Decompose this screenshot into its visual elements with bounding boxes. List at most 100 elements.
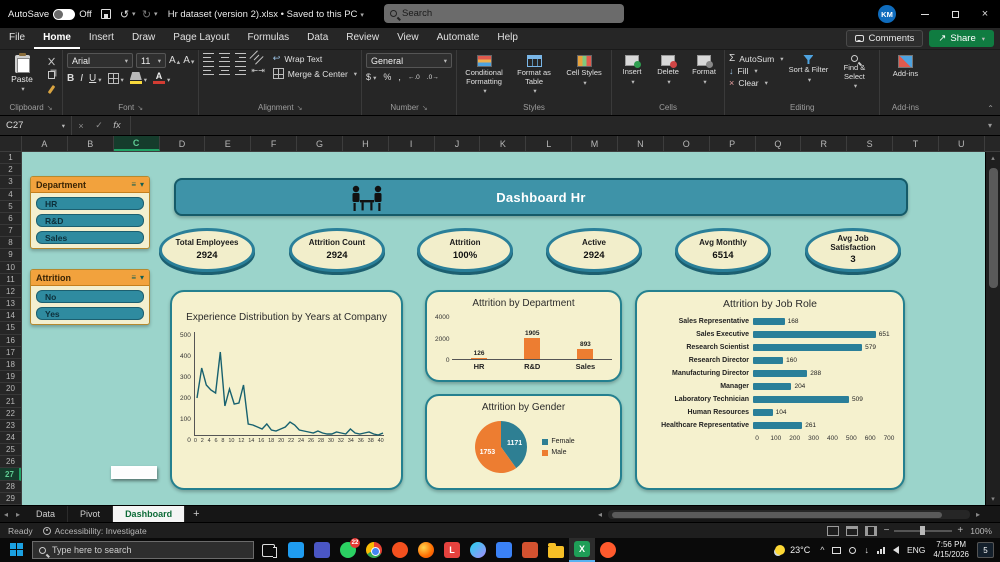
- sheet-tab-pivot[interactable]: Pivot: [68, 506, 114, 522]
- row-header-21[interactable]: 21: [0, 395, 21, 408]
- row-header-20[interactable]: 20: [0, 383, 21, 396]
- chrome-icon[interactable]: [361, 538, 387, 562]
- column-header-p[interactable]: P: [710, 136, 756, 151]
- top-align-button[interactable]: [203, 53, 215, 62]
- sheet-tab-dashboard[interactable]: Dashboard: [113, 506, 186, 522]
- clear-filter-icon[interactable]: ▾: [140, 273, 144, 282]
- horizontal-scrollbar[interactable]: ◂ ▸: [594, 509, 984, 520]
- currency-button[interactable]: $ ▾: [366, 72, 376, 82]
- fill-button[interactable]: ↓ Fill ▾: [729, 66, 783, 76]
- clear-filter-icon[interactable]: ▾: [140, 180, 144, 189]
- hidden-icons-chevron-icon[interactable]: ^: [820, 545, 824, 555]
- selected-cell[interactable]: [111, 466, 157, 479]
- column-header-a[interactable]: A: [22, 136, 68, 151]
- ribbon-tab-automate[interactable]: Automate: [428, 28, 489, 49]
- teams-app-icon[interactable]: [309, 538, 335, 562]
- align-left-button[interactable]: [203, 66, 215, 75]
- android-studio-icon[interactable]: [465, 538, 491, 562]
- column-header-h[interactable]: H: [343, 136, 389, 151]
- notification-center-button[interactable]: 5: [977, 542, 994, 558]
- column-header-n[interactable]: N: [618, 136, 664, 151]
- row-header-16[interactable]: 16: [0, 335, 21, 347]
- ribbon-tab-review[interactable]: Review: [337, 28, 388, 49]
- fill-color-button[interactable]: ▾: [129, 72, 147, 84]
- borders-button[interactable]: ▾: [107, 72, 124, 84]
- share-button[interactable]: ↗ Share ▾: [929, 30, 994, 47]
- orientation-button[interactable]: [249, 50, 264, 65]
- row-header-19[interactable]: 19: [0, 371, 21, 384]
- l-app-icon[interactable]: L: [439, 538, 465, 562]
- normal-view-button[interactable]: [826, 525, 839, 536]
- document-title[interactable]: Hr dataset (version 2).xlsx • Saved to t…: [168, 9, 364, 20]
- brave-icon[interactable]: [387, 538, 413, 562]
- ribbon-tab-help[interactable]: Help: [488, 28, 527, 49]
- underline-button[interactable]: U ▾: [89, 73, 102, 84]
- zoom-level[interactable]: 100%: [970, 526, 992, 536]
- column-header-j[interactable]: J: [435, 136, 481, 151]
- insert-function-button[interactable]: fx: [108, 120, 126, 131]
- task-view-button[interactable]: [262, 543, 277, 558]
- autosave-toggle[interactable]: AutoSave Off: [8, 8, 92, 20]
- tray-display-icon[interactable]: [832, 546, 842, 554]
- dev-app-icon[interactable]: [491, 538, 517, 562]
- decrease-font-button[interactable]: A ▾: [183, 55, 194, 66]
- clear-button[interactable]: × Clear ▾: [729, 78, 783, 88]
- redo-button[interactable]: ↻ ▾: [142, 6, 158, 22]
- comma-button[interactable]: ,: [398, 72, 401, 82]
- sheet-tab-data[interactable]: Data: [24, 506, 69, 522]
- sheet-nav-left-icon[interactable]: ◂: [0, 510, 12, 519]
- middle-align-button[interactable]: [219, 53, 231, 62]
- increase-decimal-button[interactable]: ←.0: [408, 74, 420, 81]
- weather-widget[interactable]: 23°C: [775, 545, 810, 555]
- scroll-down-icon[interactable]: ▾: [991, 493, 995, 505]
- column-header-d[interactable]: D: [160, 136, 206, 151]
- multiselect-icon[interactable]: ≡: [131, 180, 136, 189]
- confirm-entry-icon[interactable]: ✓: [90, 120, 108, 131]
- row-header-11[interactable]: 11: [0, 274, 21, 286]
- font-dialog-launcher[interactable]: ↘: [137, 104, 143, 112]
- font-name-select[interactable]: Arial ▾: [67, 53, 133, 68]
- column-header-t[interactable]: T: [893, 136, 939, 151]
- column-header-o[interactable]: O: [664, 136, 710, 151]
- row-header-9[interactable]: 9: [0, 249, 21, 262]
- format-as-table-button[interactable]: Format as Table ▾: [511, 53, 557, 96]
- row-header-3[interactable]: 3: [0, 176, 21, 189]
- vertical-scrollbar[interactable]: ▴ ▾: [985, 152, 1000, 505]
- accessibility-status[interactable]: Accessibility: Investigate: [42, 526, 147, 536]
- slicer-item-sales[interactable]: Sales: [36, 231, 144, 244]
- excel-icon[interactable]: X: [569, 538, 595, 562]
- maximize-button[interactable]: [940, 0, 970, 28]
- row-header-12[interactable]: 12: [0, 286, 21, 299]
- formula-input[interactable]: [130, 116, 980, 135]
- insert-cells-button[interactable]: Insert ▾: [616, 53, 648, 86]
- column-header-q[interactable]: Q: [756, 136, 802, 151]
- row-header-28[interactable]: 28: [0, 481, 21, 493]
- avatar[interactable]: KM: [878, 5, 896, 23]
- firefox-icon[interactable]: [413, 538, 439, 562]
- row-header-17[interactable]: 17: [0, 347, 21, 359]
- row-header-10[interactable]: 10: [0, 262, 21, 274]
- merge-center-button[interactable]: Merge & Center ▾: [272, 68, 357, 79]
- number-format-select[interactable]: General ▾: [366, 53, 453, 68]
- clock[interactable]: 7:56 PM 4/15/2026: [933, 540, 969, 560]
- save-button[interactable]: [98, 6, 114, 22]
- vscroll-thumb[interactable]: [989, 168, 998, 288]
- cell-styles-button[interactable]: Cell Styles ▾: [561, 53, 607, 87]
- close-button[interactable]: ×: [970, 0, 1000, 28]
- italic-button[interactable]: I: [80, 73, 83, 84]
- row-header-14[interactable]: 14: [0, 310, 21, 323]
- hscroll-left-icon[interactable]: ◂: [594, 510, 606, 519]
- tray-download-icon[interactable]: ↓: [864, 545, 869, 555]
- decrease-decimal-button[interactable]: .0→: [427, 74, 439, 81]
- column-header-k[interactable]: K: [480, 136, 527, 151]
- column-header-c[interactable]: C: [113, 136, 160, 151]
- row-header-1[interactable]: 1: [0, 152, 21, 165]
- slicer-item-yes[interactable]: Yes: [36, 307, 144, 320]
- column-header-g[interactable]: G: [297, 136, 343, 151]
- collapse-ribbon-button[interactable]: ⌃: [987, 104, 994, 113]
- find-select-button[interactable]: Find & Select ▾: [833, 53, 875, 91]
- row-header-5[interactable]: 5: [0, 201, 21, 213]
- row-header-2[interactable]: 2: [0, 164, 21, 177]
- font-color-button[interactable]: A ▾: [153, 72, 170, 84]
- slicer-item-no[interactable]: No: [36, 290, 144, 303]
